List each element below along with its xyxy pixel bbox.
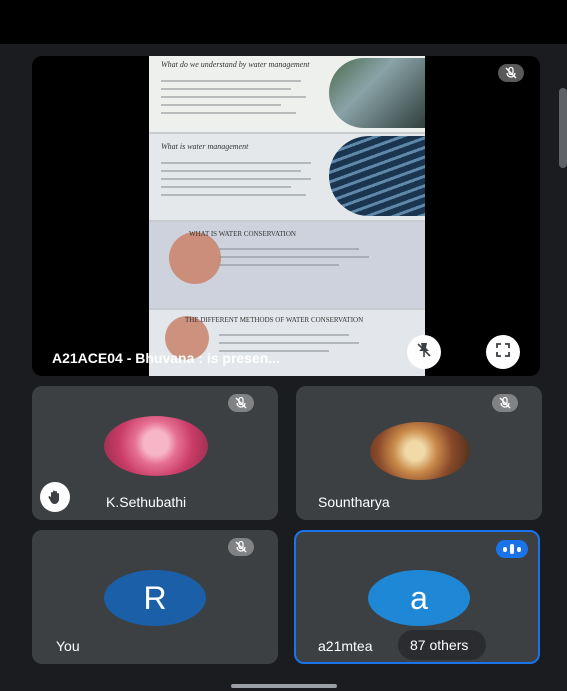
presenter-caption: A21ACE04 - Bhuvana : is presen... bbox=[52, 350, 280, 366]
slide-3: WHAT IS WATER CONSERVATION bbox=[149, 222, 425, 310]
muted-mic-icon bbox=[492, 394, 518, 412]
slide-title-4: THE DIFFERENT METHODS OF WATER CONSERVAT… bbox=[185, 316, 364, 324]
scrollbar[interactable] bbox=[559, 88, 567, 168]
home-indicator[interactable] bbox=[231, 684, 337, 688]
slide-title-1: What do we understand by water managemen… bbox=[161, 60, 310, 69]
fullscreen-icon bbox=[495, 342, 511, 362]
slide-photo bbox=[329, 136, 425, 216]
slide-2: What is water management bbox=[149, 134, 425, 222]
participant-name: K.Sethubathi bbox=[106, 494, 187, 510]
status-bar bbox=[0, 0, 567, 44]
slide-photo bbox=[329, 58, 425, 128]
participant-tile[interactable]: Sountharya bbox=[296, 386, 542, 520]
raised-hand-icon bbox=[40, 482, 70, 512]
meeting-grid: What do we understand by water managemen… bbox=[10, 46, 558, 674]
participant-name: a21mtea bbox=[318, 638, 373, 654]
avatar bbox=[104, 416, 208, 476]
muted-mic-icon bbox=[228, 538, 254, 556]
shared-screen: What do we understand by water managemen… bbox=[149, 56, 425, 376]
avatar: R bbox=[104, 570, 206, 626]
others-count-label: 87 others bbox=[410, 637, 469, 653]
slide-title-2: What is water management bbox=[161, 142, 249, 151]
participant-tile-self[interactable]: R You bbox=[32, 530, 278, 664]
unpin-button[interactable] bbox=[407, 335, 441, 369]
unpin-icon bbox=[415, 341, 433, 363]
fullscreen-button[interactable] bbox=[486, 335, 520, 369]
participant-tile[interactable]: K.Sethubathi bbox=[32, 386, 278, 520]
slide-1: What do we understand by water managemen… bbox=[149, 56, 425, 134]
others-count-button[interactable]: 87 others bbox=[398, 630, 487, 660]
speaking-indicator-icon bbox=[496, 540, 528, 558]
participant-tile-active-speaker[interactable]: a a21mtea 87 others bbox=[294, 530, 540, 664]
presentation-tile[interactable]: What do we understand by water managemen… bbox=[32, 56, 540, 376]
slide-4: THE DIFFERENT METHODS OF WATER CONSERVAT… bbox=[149, 310, 425, 376]
slide-title-3: WHAT IS WATER CONSERVATION bbox=[189, 230, 296, 238]
avatar bbox=[370, 422, 470, 480]
avatar: a bbox=[368, 570, 470, 626]
muted-mic-icon bbox=[498, 64, 524, 82]
participant-name: You bbox=[56, 638, 80, 654]
participant-name: Sountharya bbox=[318, 494, 390, 510]
muted-mic-icon bbox=[228, 394, 254, 412]
